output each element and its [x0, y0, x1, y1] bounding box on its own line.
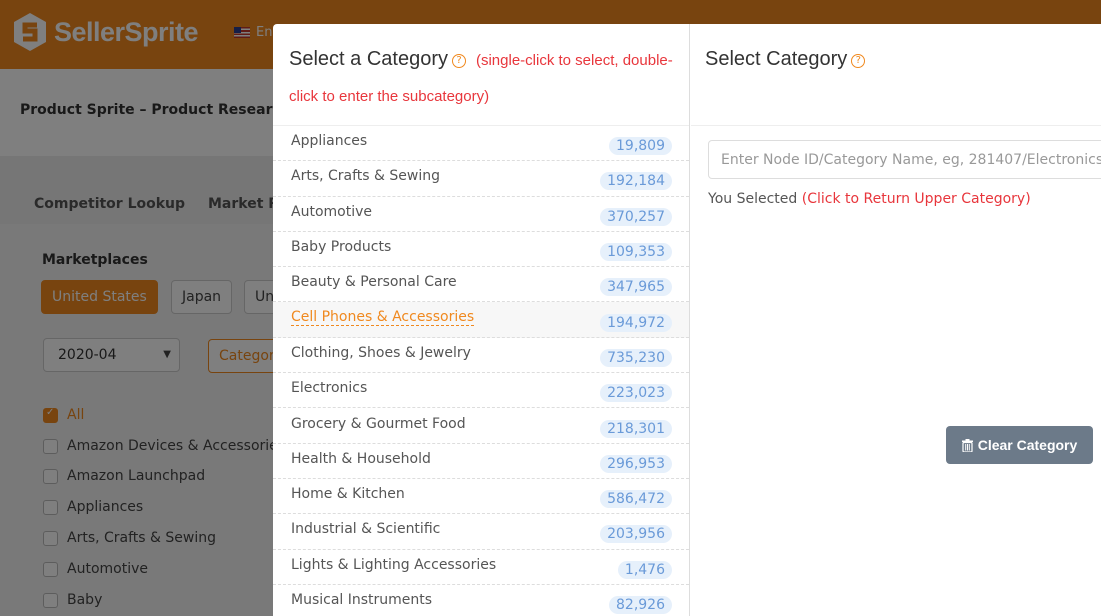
- category-list-item[interactable]: Industrial & Scientific 203,956: [273, 514, 689, 550]
- category-name: Clothing, Shoes & Jewelry: [291, 344, 471, 361]
- category-modal: Select a Category? (single-click to selec…: [273, 24, 1101, 616]
- category-list-item[interactable]: Clothing, Shoes & Jewelry 735,230: [273, 338, 689, 374]
- product-count-badge: 82,926: [609, 596, 672, 614]
- category-name: Grocery & Gourmet Food: [291, 415, 466, 432]
- product-count-badge: 586,472: [600, 490, 672, 509]
- category-list-item[interactable]: Beauty & Personal Care 347,965: [273, 267, 689, 303]
- category-name: Electronics: [291, 380, 368, 397]
- category-list-item[interactable]: Automotive 370,257: [273, 197, 689, 232]
- category-list-item[interactable]: Health & Household 296,953: [273, 444, 689, 479]
- product-count-badge: 347,965: [600, 278, 672, 297]
- product-count-badge: 194,972: [600, 313, 672, 332]
- category-list-header: Select a Category? (single-click to selec…: [289, 42, 684, 114]
- clear-category-label: Clear Category: [977, 437, 1078, 453]
- trash-icon: [961, 438, 973, 452]
- return-upper-category-link[interactable]: (Click to Return Upper Category): [802, 191, 1031, 207]
- category-list-panel: Select a Category? (single-click to selec…: [273, 24, 690, 616]
- product-count-badge: 735,230: [600, 348, 672, 367]
- product-count-badge: 370,257: [600, 207, 672, 226]
- category-list: Appliances 19,809 Arts, Crafts & Sewing 192…: [273, 125, 689, 616]
- selected-breadcrumb: You Selected (Click to Return Upper Cate…: [708, 191, 1031, 207]
- category-name: Health & Household: [291, 450, 431, 467]
- category-list-item[interactable]: Musical Instruments 82,926: [273, 585, 689, 616]
- category-list-item[interactable]: Cell Phones & Accessories 194,972: [273, 302, 689, 338]
- divider: [691, 125, 1101, 126]
- category-name: Automotive: [291, 203, 372, 220]
- category-name: Cell Phones & Accessories: [291, 309, 475, 327]
- product-count-badge: 19,809: [609, 137, 672, 156]
- help-icon[interactable]: ?: [851, 54, 866, 68]
- selected-label: You Selected: [708, 191, 798, 207]
- category-name: Musical Instruments: [291, 592, 433, 608]
- clear-category-button[interactable]: Clear Category: [946, 426, 1093, 464]
- category-name: Home & Kitchen: [291, 486, 405, 503]
- help-icon[interactable]: ?: [451, 54, 466, 68]
- product-count-badge: 218,301: [600, 419, 672, 438]
- panel-title: Select a Category: [289, 48, 448, 70]
- category-name: Arts, Crafts & Sewing: [291, 168, 441, 185]
- product-count-badge: 1,476: [617, 560, 672, 579]
- product-count-badge: 109,353: [600, 243, 672, 262]
- category-list-item[interactable]: Baby Products 109,353: [273, 232, 689, 268]
- category-list-item[interactable]: Lights & Lighting Accessories 1,476: [273, 550, 689, 585]
- product-count-badge: 296,953: [600, 454, 672, 473]
- product-count-badge: 203,956: [600, 525, 672, 544]
- category-list-item[interactable]: Home & Kitchen 586,472: [273, 479, 689, 515]
- category-name: Appliances: [291, 133, 368, 150]
- category-list-item[interactable]: Appliances 19,809: [273, 126, 689, 162]
- node-search-input[interactable]: [708, 140, 1101, 179]
- panel-title: Select Category: [705, 48, 848, 70]
- category-name: Baby Products: [291, 239, 392, 256]
- category-name: Industrial & Scientific: [291, 521, 441, 538]
- category-list-item[interactable]: Electronics 223,023: [273, 373, 689, 409]
- category-list-item[interactable]: Arts, Crafts & Sewing 192,184: [273, 161, 689, 197]
- product-count-badge: 223,023: [600, 384, 672, 403]
- category-name: Beauty & Personal Care: [291, 274, 457, 291]
- selected-category-header: Select Category?: [705, 42, 866, 77]
- category-name: Lights & Lighting Accessories: [291, 556, 497, 573]
- product-count-badge: 192,184: [600, 172, 672, 191]
- category-list-item[interactable]: Grocery & Gourmet Food 218,301: [273, 408, 689, 444]
- selected-category-panel: Select Category? You Selected (Click to …: [691, 24, 1101, 616]
